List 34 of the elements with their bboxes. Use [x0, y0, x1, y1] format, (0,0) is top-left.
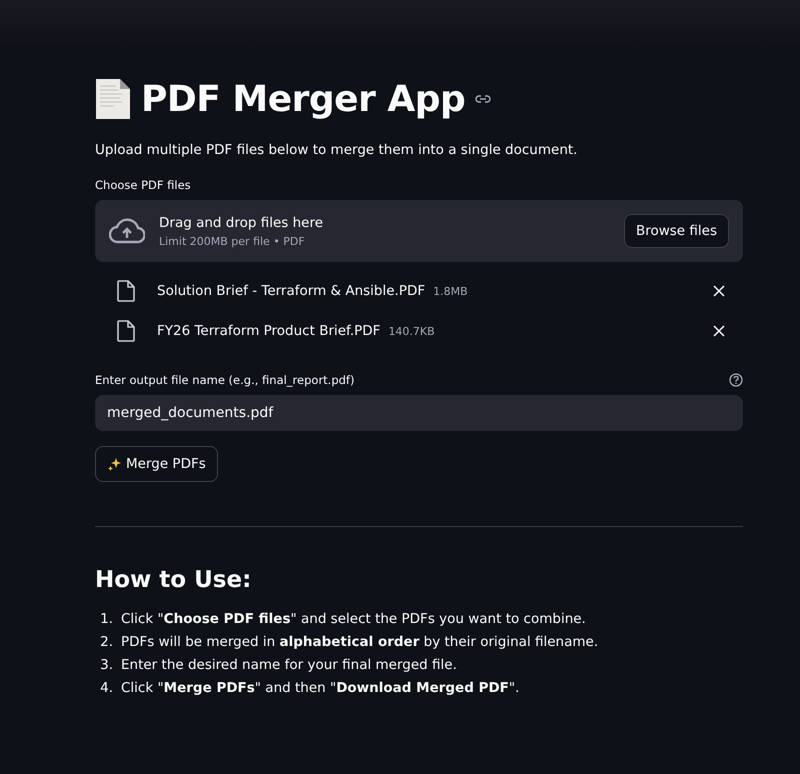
field-label: Choose PDF files [95, 178, 191, 192]
section-heading: How to Use: [95, 567, 252, 593]
step-text: PDFs will be merged in alphabetical order by their original filename. [121, 634, 598, 650]
close-button[interactable] [711, 323, 727, 339]
step-number: 4. [99, 680, 113, 696]
limit-text: Limit 200MB per file • PDF [159, 234, 306, 248]
intro-text: Upload multiple PDF files below to merge them into a single document. [95, 142, 578, 158]
drop-text: Drag and drop files here [159, 214, 324, 230]
step-text: Enter the desired name for your final merged file. [121, 657, 457, 673]
page-title: PDF Merger App [141, 78, 466, 120]
document-icon [117, 280, 135, 302]
close-icon [713, 325, 725, 337]
step-number: 1. [99, 611, 113, 627]
close-icon [713, 285, 725, 297]
file-size: 140.7KB [388, 325, 435, 338]
step-number: 3. [99, 657, 113, 673]
document-icon [95, 78, 131, 120]
document-icon [117, 320, 135, 342]
step-text: Click "Choose PDF files" and select the PDFs you want to combine. [121, 611, 586, 627]
merge-pdfs-button[interactable]: Merge PDFs [95, 446, 218, 482]
file-name-input[interactable]: merged_documents.pdf [95, 395, 743, 431]
upload-dropzone[interactable]: Drag and drop files here Limit 200MB per file • PDF Browse files [95, 200, 743, 262]
sparkles-icon [107, 456, 122, 472]
step-text: Click "Merge PDFs" and then "Download Merged PDF". [121, 680, 520, 696]
step-number: 2. [99, 634, 113, 650]
file-name: FY26 Terraform Product Brief.PDF [157, 323, 380, 339]
close-button[interactable] [711, 283, 727, 299]
file-size: 1.8MB [433, 285, 468, 298]
file-name: Solution Brief - Terraform & Ansible.PDF [157, 283, 426, 299]
cloud-upload-icon [109, 218, 145, 244]
help-icon[interactable] [729, 373, 743, 387]
browse-files-button[interactable]: Browse files [624, 214, 729, 248]
link-icon[interactable] [475, 94, 492, 104]
field-label: Enter output file name (e.g., final_report.pdf) [95, 373, 354, 387]
